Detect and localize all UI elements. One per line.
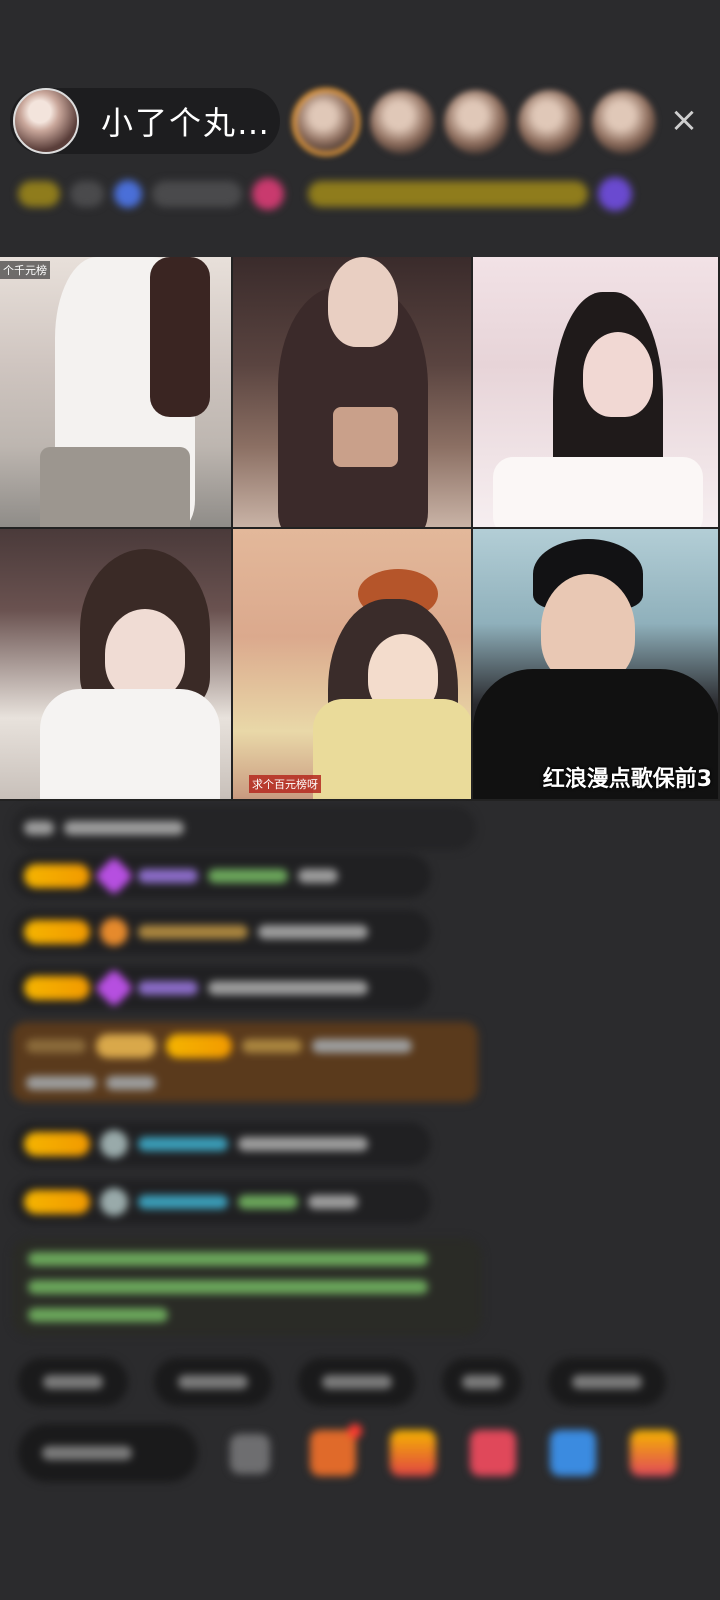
badge-icon[interactable] [598,177,632,211]
host-info-pill[interactable]: 小了个丸… [10,88,280,154]
bottom-action-bar [18,1424,718,1484]
host-avatar[interactable] [13,88,79,154]
level-badge [166,1034,232,1058]
system-text [28,1252,428,1266]
chat-icon[interactable] [230,1434,270,1474]
video-tile[interactable]: 求个百元榜呀 [233,529,473,801]
gem-icon [94,856,134,896]
system-text [28,1280,428,1294]
chat-input[interactable] [18,1424,198,1482]
streamer-face [328,257,398,347]
chat-message[interactable] [12,806,476,850]
level-badge [24,976,90,1000]
chat-text [208,869,288,883]
video-grid: 个千元榜 求个百元榜呀 红浪漫点歌保前3 [0,257,720,801]
viewer-avatar[interactable] [370,90,434,154]
chat-text [238,1195,298,1209]
chat-text [26,1076,96,1090]
video-tile[interactable] [233,257,473,529]
gem-icon [100,918,128,946]
streamer-face [583,332,653,417]
quick-reply-chip[interactable] [298,1358,416,1406]
video-tile[interactable]: 个千元榜 [0,257,233,529]
level-badge [24,1132,90,1156]
chat-message[interactable] [12,910,431,954]
gift-icon[interactable] [470,1430,516,1476]
gift-icon[interactable] [310,1430,356,1476]
quick-reply-chip[interactable] [154,1358,272,1406]
chat-text [208,981,368,995]
viewer-avatar[interactable] [592,90,656,154]
chat-message[interactable] [12,1122,431,1166]
quick-reply-chip[interactable] [548,1358,666,1406]
chat-text [308,1195,358,1209]
gem-icon [94,968,134,1008]
notification-dot [348,1424,362,1438]
status-badges-row[interactable] [18,174,703,214]
video-tile[interactable] [473,257,720,529]
top-viewers-list[interactable] [292,86,656,158]
system-message [12,1238,482,1336]
chat-username [242,1039,302,1053]
quick-reply-row[interactable] [18,1358,666,1406]
chat-badge [96,1034,156,1058]
chat-message[interactable] [12,854,431,898]
gift-icon[interactable] [630,1430,676,1476]
tile-caption: 求个百元榜呀 [249,775,321,793]
quick-reply-chip[interactable] [18,1358,128,1406]
streamer-hair [150,257,210,417]
close-icon[interactable]: × [664,100,704,140]
chat-message[interactable] [12,966,431,1010]
level-badge [24,864,90,888]
level-badge [24,1190,90,1214]
gem-icon [100,1188,128,1216]
badge-icon[interactable] [252,178,284,210]
chat-username [138,981,198,995]
chat-username [138,1137,228,1151]
chat-text [238,1137,368,1151]
chat-message-highlight[interactable] [12,1022,478,1102]
streamer-face [541,574,635,684]
tile-title: 红浪漫点歌保前3 [542,767,712,792]
streamer-figure [40,447,190,527]
badge [70,181,104,207]
chat-text [106,1076,156,1090]
chat-text [312,1039,412,1053]
streamer-face [105,609,185,699]
chat-text [258,925,368,939]
system-text [28,1308,168,1322]
tile-caption: 个千元榜 [0,261,50,279]
chat-message[interactable] [12,1180,431,1224]
streamer-figure [40,689,220,799]
streamer-figure [313,699,471,799]
badge-icon [114,180,142,208]
gift-icon[interactable] [550,1430,596,1476]
viewer-avatar[interactable] [518,90,582,154]
streamer-figure [333,407,398,467]
chat-username [138,869,198,883]
chat-text [64,821,184,835]
badge [152,181,242,207]
gift-icon[interactable] [390,1430,436,1476]
chat-username [138,1195,228,1209]
chat-text [298,869,338,883]
viewer-avatar[interactable] [292,88,360,156]
streamer-figure [493,457,703,527]
chat-username [138,925,248,939]
badge [18,181,60,207]
video-tile[interactable] [0,529,233,801]
quick-reply-chip[interactable] [442,1358,522,1406]
viewer-avatar[interactable] [444,90,508,154]
chat-text [24,821,54,835]
chat-badge [26,1039,86,1053]
gem-icon [100,1130,128,1158]
level-badge [24,920,90,944]
video-tile[interactable]: 红浪漫点歌保前3 [473,529,720,801]
rank-banner[interactable] [308,181,588,207]
host-name: 小了个丸… [101,104,272,142]
